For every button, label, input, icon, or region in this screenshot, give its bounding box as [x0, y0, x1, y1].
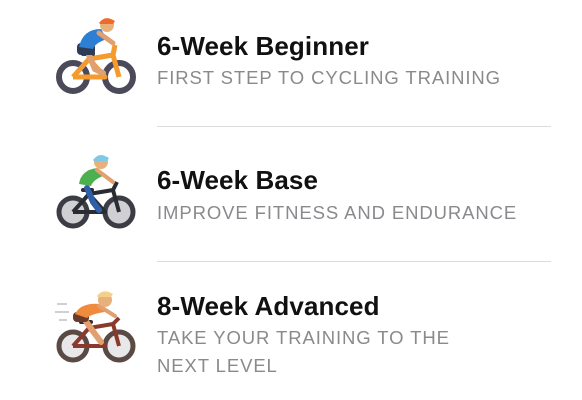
plan-subtitle: IMPROVE FITNESS AND ENDURANCE — [157, 202, 518, 223]
advanced-cyclist-icon — [55, 291, 136, 363]
plan-item-base[interactable]: 6-Week Base IMPROVE FITNESS AND ENDURANC… — [0, 127, 582, 262]
plan-item-beginner[interactable]: 6-Week Beginner FIRST STEP TO CYCLING TR… — [0, 0, 582, 127]
base-cyclist-icon — [56, 155, 136, 229]
plan-title: 6-Week Base — [157, 165, 319, 195]
beginner-cyclist-icon — [56, 18, 136, 94]
plan-subtitle: FIRST STEP TO CYCLING TRAINING — [157, 67, 501, 88]
plan-title: 8-Week Advanced — [157, 291, 380, 321]
plan-subtitle: TAKE YOUR TRAINING TO THE NEXT LEVEL — [157, 327, 450, 376]
plan-item-advanced[interactable]: 8-Week Advanced TAKE YOUR TRAINING TO TH… — [0, 262, 582, 400]
plan-title: 6-Week Beginner — [157, 31, 369, 61]
training-plan-list: 6-Week Beginner FIRST STEP TO CYCLING TR… — [0, 0, 582, 400]
